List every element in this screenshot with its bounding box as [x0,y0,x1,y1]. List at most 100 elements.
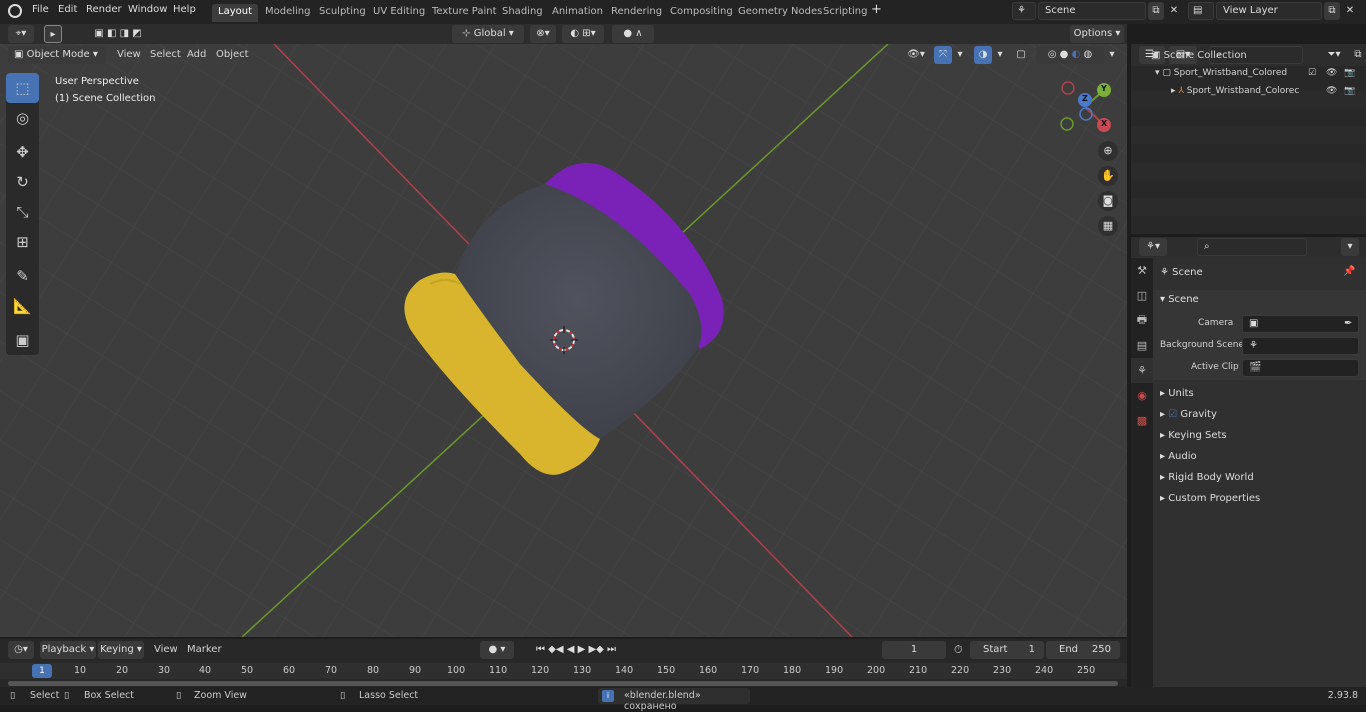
overlay-toggle-icon[interactable]: ◑ [974,46,992,64]
output-tab-icon[interactable]: 🖶 [1131,308,1153,333]
delete-scene-icon[interactable]: ✕ [1166,2,1182,20]
view-layer-tab-icon[interactable]: ▤ [1131,333,1153,358]
editor-type-icon[interactable]: ⌖▾ [8,25,34,43]
tab-uv-editing[interactable]: UV Editing [367,4,431,22]
add-workspace-icon[interactable]: + [871,2,882,17]
active-clip-field[interactable]: 🎬 [1242,359,1359,377]
new-view-layer-icon[interactable]: ⧉ [1324,2,1340,20]
properties-search-input[interactable]: ⌕ [1197,238,1307,256]
tab-shading[interactable]: Shading [496,4,549,22]
properties-editor-icon[interactable]: ⚘▾ [1139,238,1167,256]
outliner-row-collection[interactable]: ▾ ▢ Sport_Wristband_Colored ☑ 👁 📷 [1155,68,1366,78]
new-collection-icon[interactable]: ⧉ [1351,46,1365,64]
view-layer-selector-icon[interactable]: ▤ [1188,2,1214,20]
visibility-icon[interactable]: 👁▾ [902,46,930,64]
marker-menu[interactable]: Marker [187,644,222,655]
eye-icon[interactable]: 👁 [1326,86,1337,96]
pivot-icon[interactable]: ⊗▾ [530,25,556,43]
add-cube-icon[interactable]: ▣ [6,325,39,355]
outliner-root-row[interactable]: ▣ Scene Collection [1151,50,1247,61]
tab-compositing[interactable]: Compositing [664,4,739,22]
gravity-panel[interactable]: ▸ ☑ Gravity [1160,409,1217,420]
gizmo-dropdown-icon[interactable]: ▾ [954,46,966,64]
shading-modes-icons[interactable]: ◎ ● ◐ ◍ [1036,46,1104,64]
world-tab-icon[interactable]: ◉ [1131,383,1153,408]
tab-rendering[interactable]: Rendering [605,4,668,22]
3d-viewport[interactable]: Y Z X User Perspective (1) Scene Collect… [0,44,1127,637]
blender-logo-icon[interactable] [8,4,22,18]
filter-icon[interactable]: ⏷▾ [1319,46,1349,64]
playhead[interactable]: 1 [32,664,52,678]
annotate-icon[interactable]: ✎ [6,261,39,291]
timeline-scrollbar[interactable] [8,681,1118,686]
mode-select[interactable]: ▣ Object Mode ▾ [8,46,106,64]
tab-sculpting[interactable]: Sculpting [313,4,372,22]
rigid-body-panel[interactable]: ▸ Rigid Body World [1160,472,1254,483]
camera-view-icon[interactable]: ◙ [1098,191,1118,211]
select-mode-icons[interactable]: ▣ ◧ ◨ ◩ [76,25,160,43]
camera-field[interactable]: ▣ ✒ [1242,315,1359,333]
menu-add[interactable]: Add [187,49,206,60]
transform-orientation-select[interactable]: ⊹ Global ▾ [452,25,524,43]
scene-tab-icon[interactable]: ⚘ [1131,358,1153,383]
tab-animation[interactable]: Animation [546,4,609,22]
timeline-editor-icon[interactable]: ◷▾ [8,641,34,659]
scene-name-field[interactable]: Scene [1038,2,1146,20]
zoom-icon[interactable]: ⊕ [1098,141,1118,161]
scale-icon[interactable]: ⤡ [6,197,39,227]
units-panel[interactable]: ▸ Units [1160,388,1194,399]
new-scene-icon[interactable]: ⧉ [1148,2,1164,20]
scene-selector-icon[interactable]: ⚘ [1012,2,1036,20]
eyedropper-icon[interactable]: ✒ [1344,318,1352,329]
options-button[interactable]: Options ▾ [1070,25,1124,43]
tab-modeling[interactable]: Modeling [259,4,317,22]
xray-icon[interactable]: ▢ [1014,46,1028,64]
camera-icon[interactable]: 📷 [1344,68,1355,78]
proportional-edit-icon[interactable]: ● ∧ [612,25,654,43]
rotate-icon[interactable]: ↻ [6,167,39,197]
snap-icon[interactable]: ◐ ⊞▾ [562,25,604,43]
playback-controls-icons[interactable]: ⏮ ◆◀ ◀ ▶ ▶◆ ⏭ [522,641,630,659]
menu-render[interactable]: Render [86,4,122,15]
menu-window[interactable]: Window [128,4,167,15]
timeline-view-menu[interactable]: View [154,644,178,655]
checkbox-icon[interactable]: ☑ [1308,68,1316,78]
view-layer-field[interactable]: View Layer [1216,2,1322,20]
menu-edit[interactable]: Edit [58,4,77,15]
tool-tab-icon[interactable]: ⚒ [1131,258,1153,283]
playback-menu[interactable]: Playback ▾ [40,641,96,659]
tab-scripting[interactable]: Scripting [817,4,873,22]
gizmo-toggle-icon[interactable]: ⤧ [934,46,952,64]
keying-menu[interactable]: Keying ▾ [98,641,144,659]
bg-scene-field[interactable]: ⚘ [1242,337,1359,355]
pan-hand-icon[interactable]: ✋ [1098,166,1118,186]
tab-layout[interactable]: Layout [212,4,258,22]
record-icon[interactable]: ● ▾ [480,641,514,659]
frame-ruler[interactable]: 1 10 20 30 40 50 60 70 80 90 100 110 120… [0,663,1127,679]
current-frame-field[interactable]: 1 [882,641,946,659]
tab-geometry-nodes[interactable]: Geometry Nodes [732,4,828,22]
shading-dropdown-icon[interactable]: ▾ [1106,46,1118,64]
overlay-dropdown-icon[interactable]: ▾ [994,46,1006,64]
measure-icon[interactable]: 📐 [6,291,39,321]
start-frame-field[interactable]: Start 1 [970,641,1044,659]
transform-icon[interactable]: ⊞ [6,227,39,257]
tab-texture-paint[interactable]: Texture Paint [426,4,503,22]
keying-sets-panel[interactable]: ▸ Keying Sets [1160,430,1227,441]
audio-panel[interactable]: ▸ Audio [1160,451,1197,462]
end-frame-field[interactable]: End 250 [1046,641,1120,659]
render-tab-icon[interactable]: ◫ [1131,283,1153,308]
report-message[interactable]: i «blender.blend» сохранено [598,688,750,712]
eye-icon[interactable]: 👁 [1326,68,1337,78]
menu-select[interactable]: Select [150,49,181,60]
pin-icon[interactable]: 📌 [1343,266,1355,277]
properties-options-icon[interactable]: ▾ [1341,238,1359,256]
gravity-checkbox-icon[interactable]: ☑ [1168,409,1177,420]
menu-view[interactable]: View [117,49,141,60]
scene-panel-header[interactable]: ▾ Scene [1160,294,1199,305]
texture-tab-icon[interactable]: ▩ [1131,408,1153,433]
select-box-icon[interactable]: ⬚ [6,73,39,103]
ortho-grid-icon[interactable]: ▦ [1098,216,1118,236]
menu-help[interactable]: Help [173,4,196,15]
stopwatch-icon[interactable]: ⏱ [954,643,963,657]
